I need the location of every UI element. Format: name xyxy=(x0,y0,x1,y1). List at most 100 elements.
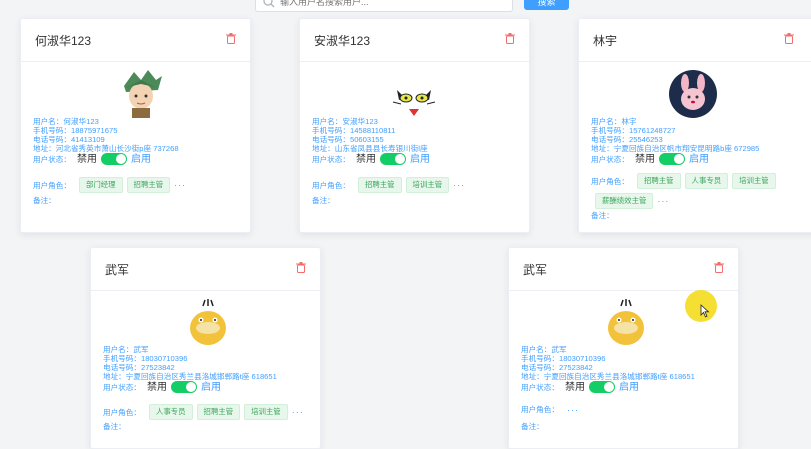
role-tag: 招聘主管 xyxy=(357,177,402,193)
username-row: 用户名：安淑华123 xyxy=(312,117,378,126)
username-row: 用户名：何淑华123 xyxy=(33,117,99,126)
note-row: 备注： xyxy=(33,196,56,205)
card-user-name: 武军 xyxy=(105,263,130,277)
user-info: 用户名：武军 手机号码：18030710396 电话号码：27523842 地址… xyxy=(103,345,277,393)
roles-row: 用户角色： 招聘主管 培训主管 ··· xyxy=(312,177,465,193)
card-header: 武军 xyxy=(91,248,320,291)
note-row: 备注： xyxy=(312,196,335,205)
role-tag: 招聘主管 xyxy=(196,404,241,420)
delete-icon[interactable] xyxy=(505,33,515,44)
user-card: 何淑华123 用户名：何淑华123 手机号码：18875971675 电话号码：… xyxy=(20,18,251,233)
username-row: 用户名：武军 xyxy=(521,345,567,354)
more-roles-button[interactable]: ··· xyxy=(174,180,186,190)
tel-row: 电话号码：27523842 xyxy=(103,363,175,372)
role-tag: 招聘主管 xyxy=(126,177,171,193)
status-disable-label: 禁用 xyxy=(564,381,585,393)
delete-icon[interactable] xyxy=(784,33,794,44)
phone-row: 手机号码：18030710396 xyxy=(521,354,606,363)
search-icon xyxy=(263,0,275,8)
yellow-duck-avatar xyxy=(190,299,226,345)
user-info: 用户名：何淑华123 手机号码：18875971675 电话号码：4141310… xyxy=(33,117,179,165)
anime-warrior-avatar xyxy=(124,70,162,118)
search-bar[interactable] xyxy=(255,0,513,12)
status-toggle[interactable] xyxy=(170,381,197,393)
delete-icon[interactable] xyxy=(296,262,306,273)
status-enable-label: 启用 xyxy=(618,381,639,393)
username-row: 用户名：林宇 xyxy=(591,117,637,126)
role-tag: 培训主管 xyxy=(244,404,288,420)
phone-row: 手机号码：18875971675 xyxy=(33,126,118,135)
username-row: 用户名：武军 xyxy=(103,345,149,354)
address-row: 地址：宁夏回族自治区帆市翔安昆明路b座 672985 xyxy=(591,144,760,153)
status-enable-label: 启用 xyxy=(130,153,151,165)
address-row: 地址：宁夏回族自治区秀兰县洛城邯郸路t座 618651 xyxy=(103,372,277,381)
phone-row: 手机号码：18030710396 xyxy=(103,354,188,363)
card-user-name: 林宇 xyxy=(593,34,618,48)
note-row: 备注： xyxy=(521,422,544,431)
user-card: 林宇 用户名：林宇 手机号码：15761248727 电话号码：25546253… xyxy=(578,18,811,233)
user-info: 用户名：林宇 手机号码：15761248727 电话号码：25546253 地址… xyxy=(591,117,759,165)
address-row: 地址：山东省凤县县长寿银川街l座 xyxy=(312,144,428,153)
tel-row: 电话号码：25546253 xyxy=(591,135,663,144)
status-enable-label: 启用 xyxy=(409,153,430,165)
role-tag: 部门经理 xyxy=(78,177,123,193)
search-button[interactable]: 搜索 xyxy=(524,0,569,10)
status-enable-label: 启用 xyxy=(688,153,709,165)
status-disable-label: 禁用 xyxy=(76,153,97,165)
mouse-cursor-icon xyxy=(700,304,710,318)
role-tag: 薪酬绩效主管 xyxy=(595,193,654,209)
user-card: 武军 用户名：武军 手机号码：18030710396 电话号码：27523842… xyxy=(90,247,321,449)
phone-row: 手机号码：15761248727 xyxy=(591,126,676,135)
user-info: 用户名：安淑华123 手机号码：14588110811 电话号码：5060315… xyxy=(312,117,430,165)
more-roles-button[interactable]: ··· xyxy=(453,180,465,190)
delete-icon[interactable] xyxy=(714,262,724,273)
status-toggle[interactable] xyxy=(588,381,615,393)
address-row: 地址：河北省秀英市萧山长沙街p座 737268 xyxy=(33,144,179,153)
roles-row: 用户角色： 人事专员 招聘主管 培训主管 ··· xyxy=(103,404,304,420)
roles-row: 用户角色： 部门经理 招聘主管 ··· xyxy=(33,177,186,193)
status-toggle[interactable] xyxy=(658,153,685,165)
card-header: 林宇 xyxy=(579,19,811,62)
status-toggle[interactable] xyxy=(100,153,127,165)
status-row: 用户状态： 禁用 启用 xyxy=(33,153,151,165)
card-user-name: 武军 xyxy=(523,263,548,277)
card-header: 安淑华123 xyxy=(300,19,529,62)
card-user-name: 安淑华123 xyxy=(314,34,371,48)
more-roles-button[interactable]: ··· xyxy=(657,196,669,206)
more-roles-button[interactable]: ··· xyxy=(292,407,304,417)
status-disable-label: 禁用 xyxy=(146,381,167,393)
status-row: 用户状态： 禁用 启用 xyxy=(521,381,639,393)
search-input[interactable] xyxy=(276,0,504,7)
status-row: 用户状态： 禁用 启用 xyxy=(591,153,709,165)
role-tag: 人事专员 xyxy=(148,404,193,420)
card-header: 武军 xyxy=(509,248,738,291)
card-header: 何淑华123 xyxy=(21,19,250,62)
rabbit-avatar xyxy=(669,70,717,118)
address-row: 地址：宁夏回族自治区秀兰县洛城邯郸路t座 618651 xyxy=(521,372,695,381)
status-row: 用户状态： 禁用 启用 xyxy=(103,381,221,393)
note-row: 备注： xyxy=(591,211,614,220)
more-roles-button[interactable]: ··· xyxy=(567,405,579,415)
status-toggle[interactable] xyxy=(379,153,406,165)
tel-row: 电话号码：50603155 xyxy=(312,135,384,144)
status-disable-label: 禁用 xyxy=(634,153,655,165)
role-tag: 人事专员 xyxy=(684,173,729,189)
user-card: 武军 用户名：武军 手机号码：18030710396 电话号码：27523842… xyxy=(508,247,739,449)
status-disable-label: 禁用 xyxy=(355,153,376,165)
tel-row: 电话号码：41413109 xyxy=(33,135,105,144)
search-button-label: 搜索 xyxy=(537,0,556,7)
tel-row: 电话号码：27523842 xyxy=(521,363,593,372)
role-tag: 培训主管 xyxy=(405,177,450,193)
yellow-duck-avatar xyxy=(608,299,644,345)
note-row: 备注： xyxy=(103,422,126,431)
delete-icon[interactable] xyxy=(226,33,236,44)
status-row: 用户状态： 禁用 启用 xyxy=(312,153,430,165)
role-tag: 培训主管 xyxy=(732,173,776,189)
user-info: 用户名：武军 手机号码：18030710396 电话号码：27523842 地址… xyxy=(521,345,695,393)
roles-row: 用户角色： 招聘主管 人事专员 培训主管 薪酬绩效主管 ··· xyxy=(591,173,791,209)
role-tag: 招聘主管 xyxy=(636,173,681,189)
roles-row: 用户角色： ··· xyxy=(521,404,579,415)
status-enable-label: 启用 xyxy=(200,381,221,393)
card-user-name: 何淑华123 xyxy=(35,34,92,48)
user-card: 安淑华123 用户名：安淑华123 手机号码：14588110811 电话号码：… xyxy=(299,18,530,233)
